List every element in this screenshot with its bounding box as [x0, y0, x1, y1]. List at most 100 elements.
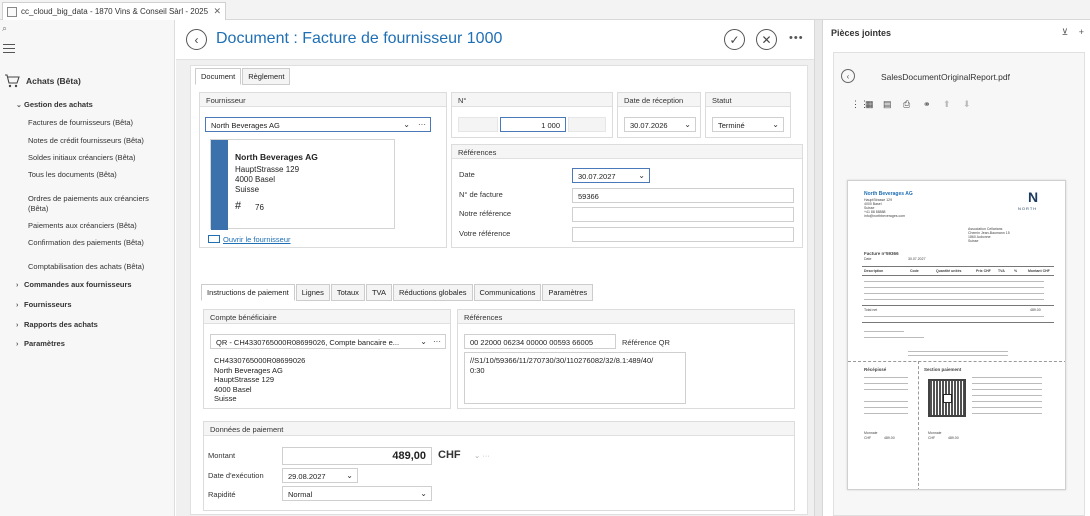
chevron-down-icon: ⌄ [420, 489, 427, 498]
pdf-rule [862, 305, 1054, 306]
currency-dropdown-icon[interactable]: ⌄ ··· [474, 451, 490, 460]
tab-payment-instructions[interactable]: Instructions de paiement [201, 284, 295, 301]
qr-reference-field[interactable]: 00 22000 06234 00000 00593 66005 [464, 334, 616, 349]
pdf-qr-code [928, 379, 966, 417]
reference-date-field[interactable]: 30.07.2027 ⌄ [572, 168, 650, 183]
pdf-payment-amount: 489.00 [948, 436, 959, 440]
document-tab[interactable]: cc_cloud_big_data - 1870 Vins & Conseil … [2, 2, 226, 20]
search-icon[interactable]: ⌕ [2, 23, 7, 34]
pdf-text-line [972, 407, 1042, 408]
number-field[interactable]: 1 000 [500, 117, 566, 132]
sidebar-item-supplier-invoices[interactable]: Factures de fournisseurs (Bêta) [28, 118, 133, 127]
pdf-company-line: info@northbeverages.com [864, 214, 906, 218]
pdf-rule [862, 266, 1054, 267]
pdf-payment-currency: CHF [928, 436, 936, 440]
supplier-group-title: Fournisseur [200, 93, 446, 107]
sidebar-item-payment-confirmation[interactable]: Confirmation des paiements (Bêta) [28, 238, 144, 247]
currency-label[interactable]: CHF [438, 449, 461, 461]
document-form: Document Règlement Fournisseur North Bev… [190, 65, 808, 515]
confirm-button[interactable]: ✓ [724, 29, 745, 50]
sidebar-group-purchase-reports[interactable]: › Rapports des achats [16, 320, 98, 329]
grid-view-icon[interactable]: ▦ [865, 99, 874, 110]
sidebar-section-label: Achats (Bêta) [26, 76, 81, 86]
pdf-text-line [864, 389, 908, 390]
pdf-footer-line [908, 351, 1008, 352]
folder-icon [208, 235, 220, 243]
add-icon[interactable]: + [1079, 27, 1084, 37]
cancel-button[interactable]: ✕ [756, 29, 777, 50]
pdf-date-value: 30.07.2027 [908, 257, 926, 261]
tab-communications[interactable]: Communications [473, 284, 542, 301]
pdf-text-line [972, 389, 1042, 390]
page-down-icon[interactable]: ⬇ [963, 99, 971, 110]
tab-settlement[interactable]: Règlement [242, 68, 291, 85]
sidebar-group-settings[interactable]: › Paramètres [16, 339, 65, 348]
open-supplier-link[interactable]: Ouvrir le fournisseur [208, 235, 291, 244]
speed-select[interactable]: Normal ⌄ [282, 486, 432, 501]
outline-icon[interactable]: ▤ [883, 99, 892, 110]
your-reference-label: Votre référence [459, 229, 511, 238]
binoculars-icon[interactable]: ⚭ [923, 99, 931, 110]
supplier-group: Fournisseur North Beverages AG ⌄ ··· Nor… [199, 92, 447, 248]
tab-lines[interactable]: Lignes [295, 284, 330, 301]
tab-totals[interactable]: Totaux [330, 284, 365, 301]
pdf-text-line [864, 401, 908, 402]
main-panel: ‹ Document : Facture de fournisseur 1000… [176, 20, 814, 516]
beneficiary-select[interactable]: QR - CH4330765000R08699026, Compte banca… [210, 334, 446, 349]
references-title: Références [452, 145, 802, 159]
sidebar-group-purchase-management[interactable]: ⌄ Gestion des achats [16, 100, 93, 109]
pdf-company-name: North Beverages AG [864, 191, 913, 197]
sidebar-item-purchase-posting[interactable]: Comptabilisation des achats (Bêta) [28, 262, 144, 271]
status-select[interactable]: Terminé ⌄ [712, 117, 784, 132]
sidebar-group-supplier-orders[interactable]: › Commandes aux fournisseurs [16, 280, 132, 289]
sidebar-item-all-documents[interactable]: Tous les documents (Bêta) [28, 170, 117, 179]
attachments-title: Pièces jointes [831, 28, 892, 38]
sidebar-item-opening-balances[interactable]: Soldes initiaux créanciers (Bêta) [28, 153, 136, 162]
tab-document[interactable]: Document [195, 68, 242, 85]
pdf-header-amount: Montant CHF [1028, 269, 1050, 273]
reception-date-field[interactable]: 30.07.2026 ⌄ [624, 117, 696, 132]
pdf-rule [862, 275, 1054, 276]
detail-tabs: Instructions de paiement Lignes Totaux T… [201, 284, 594, 301]
pdf-qr-bill-separator [848, 361, 1065, 362]
pdf-text-line [972, 383, 1042, 384]
more-icon[interactable]: ··· [433, 337, 441, 346]
panel-splitter[interactable] [814, 20, 822, 516]
more-options-icon[interactable]: ••• [789, 32, 804, 44]
filter-icon[interactable]: ⊻ [1062, 27, 1069, 37]
pdf-text-line [864, 377, 908, 378]
more-icon[interactable]: ··· [418, 120, 426, 129]
additional-info-field[interactable]: //S1/10/59366/11/270730/30/110276082/32/… [464, 352, 686, 404]
pdf-text-line [864, 407, 908, 408]
page-up-icon[interactable]: ⬆ [943, 99, 951, 110]
tab-parameters[interactable]: Paramètres [542, 284, 594, 301]
sidebar-item-payment-orders[interactable]: Ordres de paiements aux créanciers [28, 194, 149, 203]
pdf-receipt-currency-label: Monnaie [864, 431, 878, 435]
print-icon[interactable]: ⎙ [903, 99, 910, 110]
pdf-table-row [864, 287, 1044, 288]
amount-field[interactable]: 489,00 [282, 447, 432, 465]
sidebar-item-credit-notes[interactable]: Notes de crédit fournisseurs (Bêta) [28, 136, 144, 145]
pdf-header-vat: TVA [998, 269, 1005, 273]
hamburger-menu-icon[interactable] [3, 44, 15, 56]
pdf-text-line [972, 377, 1042, 378]
sidebar-section-purchases[interactable]: Achats (Bêta) [4, 74, 81, 88]
attachment-back-button[interactable]: ‹ [841, 69, 855, 83]
your-reference-field[interactable] [572, 227, 794, 242]
sidebar-item-payment-orders-suffix[interactable]: (Bêta) [28, 204, 48, 213]
tab-global-discounts[interactable]: Réductions globales [392, 284, 473, 301]
pdf-text-line [972, 413, 1042, 414]
tab-vat[interactable]: TVA [365, 284, 392, 301]
execution-date-field[interactable]: 29.08.2027 ⌄ [282, 468, 358, 483]
supplier-select[interactable]: North Beverages AG ⌄ ··· [205, 117, 431, 132]
pdf-recipient-line: Suisse [968, 239, 979, 243]
supplier-card: North Beverages AG HauptStrasse 129 4000… [210, 139, 395, 230]
sidebar-group-suppliers[interactable]: › Fournisseurs [16, 300, 72, 309]
chevron-right-icon: › [16, 302, 19, 309]
close-icon[interactable]: ✕ [213, 6, 221, 17]
our-reference-field[interactable] [572, 207, 794, 222]
invoice-number-field[interactable]: 59366 [572, 188, 794, 203]
sidebar-item-payments[interactable]: Paiements aux créanciers (Bêta) [28, 221, 137, 230]
back-button[interactable]: ‹ [186, 29, 207, 50]
chevron-right-icon: › [16, 322, 19, 329]
